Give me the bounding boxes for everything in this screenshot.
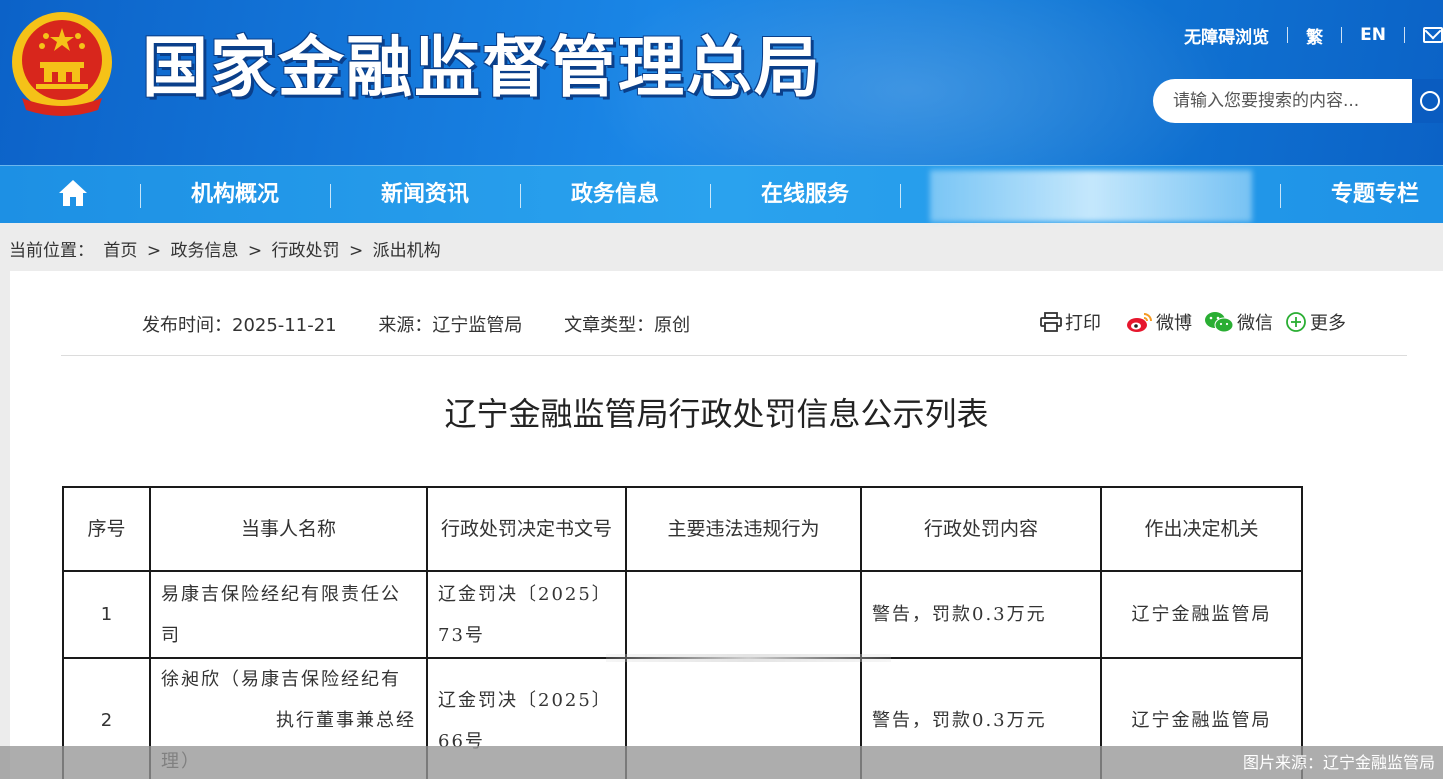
breadcrumb-separator: >	[146, 241, 162, 261]
wechat-label: 微信	[1237, 313, 1273, 334]
article-panel: 发布时间：2025-11-21 来源：辽宁监管局 文章类型：原创 打印 微博 微…	[10, 271, 1443, 779]
column-header-decision-number: 行政处罚决定书文号	[426, 486, 627, 572]
wechat-icon	[1205, 312, 1234, 333]
print-button[interactable]: 打印	[1040, 309, 1101, 335]
main-nav: 机构概况 新闻资讯 政务信息 在线服务 专题专栏	[0, 165, 1443, 223]
table-row: 1 易康吉保险经纪有限责任公司 辽金罚决〔2025〕73号 警告，罚款0.3万元…	[62, 570, 1303, 659]
site-header: 国家金融监督管理总局 无障碍浏览 繁 EN	[0, 0, 1443, 165]
print-label: 打印	[1065, 313, 1101, 334]
blurred-nav-region	[930, 170, 1252, 222]
penalty-table: 序号 当事人名称 行政处罚决定书文号 主要违法违规行为 行政处罚内容 作出决定机…	[62, 486, 1303, 779]
article-source: 来源：辽宁监管局	[378, 315, 523, 336]
share-bar: 打印 微博 微信 更多	[1040, 308, 1358, 336]
weibo-icon	[1127, 313, 1152, 332]
breadcrumb-administrative-penalty[interactable]: 行政处罚	[272, 241, 340, 261]
traditional-chinese-link[interactable]: 繁	[1306, 23, 1323, 48]
nav-item-news[interactable]: 新闻资讯	[331, 166, 519, 224]
nav-item-special-topics[interactable]: 专题专栏	[1282, 166, 1443, 224]
article-meta: 发布时间：2025-11-21 来源：辽宁监管局 文章类型：原创	[142, 311, 726, 337]
more-label: 更多	[1310, 313, 1346, 334]
top-links: 无障碍浏览 繁 EN	[1184, 22, 1443, 48]
nav-item-government-info[interactable]: 政务信息	[521, 166, 709, 224]
party-name-line: 徐昶欣（易康吉保险经纪有	[161, 669, 401, 690]
breadcrumb-dispatched-agencies[interactable]: 派出机构	[373, 241, 441, 261]
nav-item-about[interactable]: 机构概况	[141, 166, 329, 224]
image-smudge	[606, 654, 891, 662]
party-name: 易康吉保险经纪有限责任公司	[149, 570, 428, 659]
printer-icon	[1040, 312, 1062, 332]
breadcrumb: 当前位置： 首页 > 政务信息 > 行政处罚 > 派出机构	[9, 236, 445, 261]
nav-divider	[1280, 184, 1281, 208]
breadcrumb-home[interactable]: 首页	[103, 241, 137, 261]
accessibility-link[interactable]: 无障碍浏览	[1184, 23, 1269, 48]
nav-item-online-services[interactable]: 在线服务	[711, 166, 899, 224]
article-type: 文章类型：原创	[564, 315, 691, 336]
decision-number: 辽金罚决〔2025〕73号	[426, 570, 627, 659]
national-emblem-icon[interactable]	[8, 10, 116, 122]
breadcrumb-separator: >	[247, 241, 263, 261]
plus-circle-icon	[1286, 312, 1306, 332]
divider	[1287, 27, 1289, 43]
column-header-violation: 主要违法违规行为	[625, 486, 862, 572]
site-title: 国家金融监督管理总局	[142, 29, 822, 106]
divider	[1404, 27, 1405, 43]
table-header-row: 序号 当事人名称 行政处罚决定书文号 主要违法违规行为 行政处罚内容 作出决定机…	[62, 486, 1303, 572]
wechat-share-button[interactable]: 微信	[1204, 309, 1273, 335]
english-link[interactable]: EN	[1360, 25, 1386, 45]
nav-divider	[900, 184, 901, 208]
weibo-share-button[interactable]: 微博	[1125, 309, 1192, 335]
breadcrumb-label: 当前位置：	[9, 241, 94, 261]
penalty: 警告，罚款0.3万元	[860, 570, 1102, 659]
column-header-party: 当事人名称	[149, 486, 428, 572]
document-title: 辽宁金融监管局行政处罚信息公示列表	[444, 395, 989, 433]
authority: 辽宁金融监管局	[1100, 570, 1303, 659]
breadcrumb-government-info[interactable]: 政务信息	[170, 241, 238, 261]
more-share-button[interactable]: 更多	[1285, 309, 1346, 335]
search-icon	[1420, 91, 1440, 111]
publish-time: 发布时间：2025-11-21	[142, 315, 337, 336]
column-header-penalty: 行政处罚内容	[860, 486, 1102, 572]
violation	[625, 570, 862, 659]
search-input[interactable]	[1153, 79, 1423, 123]
breadcrumb-separator: >	[348, 241, 364, 261]
row-number: 1	[62, 570, 151, 659]
home-icon[interactable]	[57, 177, 89, 209]
party-name-line: 执行董事兼总经	[276, 710, 416, 731]
divider	[1341, 27, 1343, 43]
column-header-number: 序号	[62, 486, 151, 572]
weibo-label: 微博	[1156, 313, 1192, 334]
search-box	[1153, 79, 1443, 123]
column-header-authority: 作出决定机关	[1100, 486, 1303, 572]
divider-line	[61, 355, 1407, 356]
image-source-caption: 图片来源：辽宁金融监管局	[0, 746, 1443, 779]
mail-icon[interactable]	[1423, 27, 1443, 43]
search-button[interactable]	[1412, 79, 1443, 123]
